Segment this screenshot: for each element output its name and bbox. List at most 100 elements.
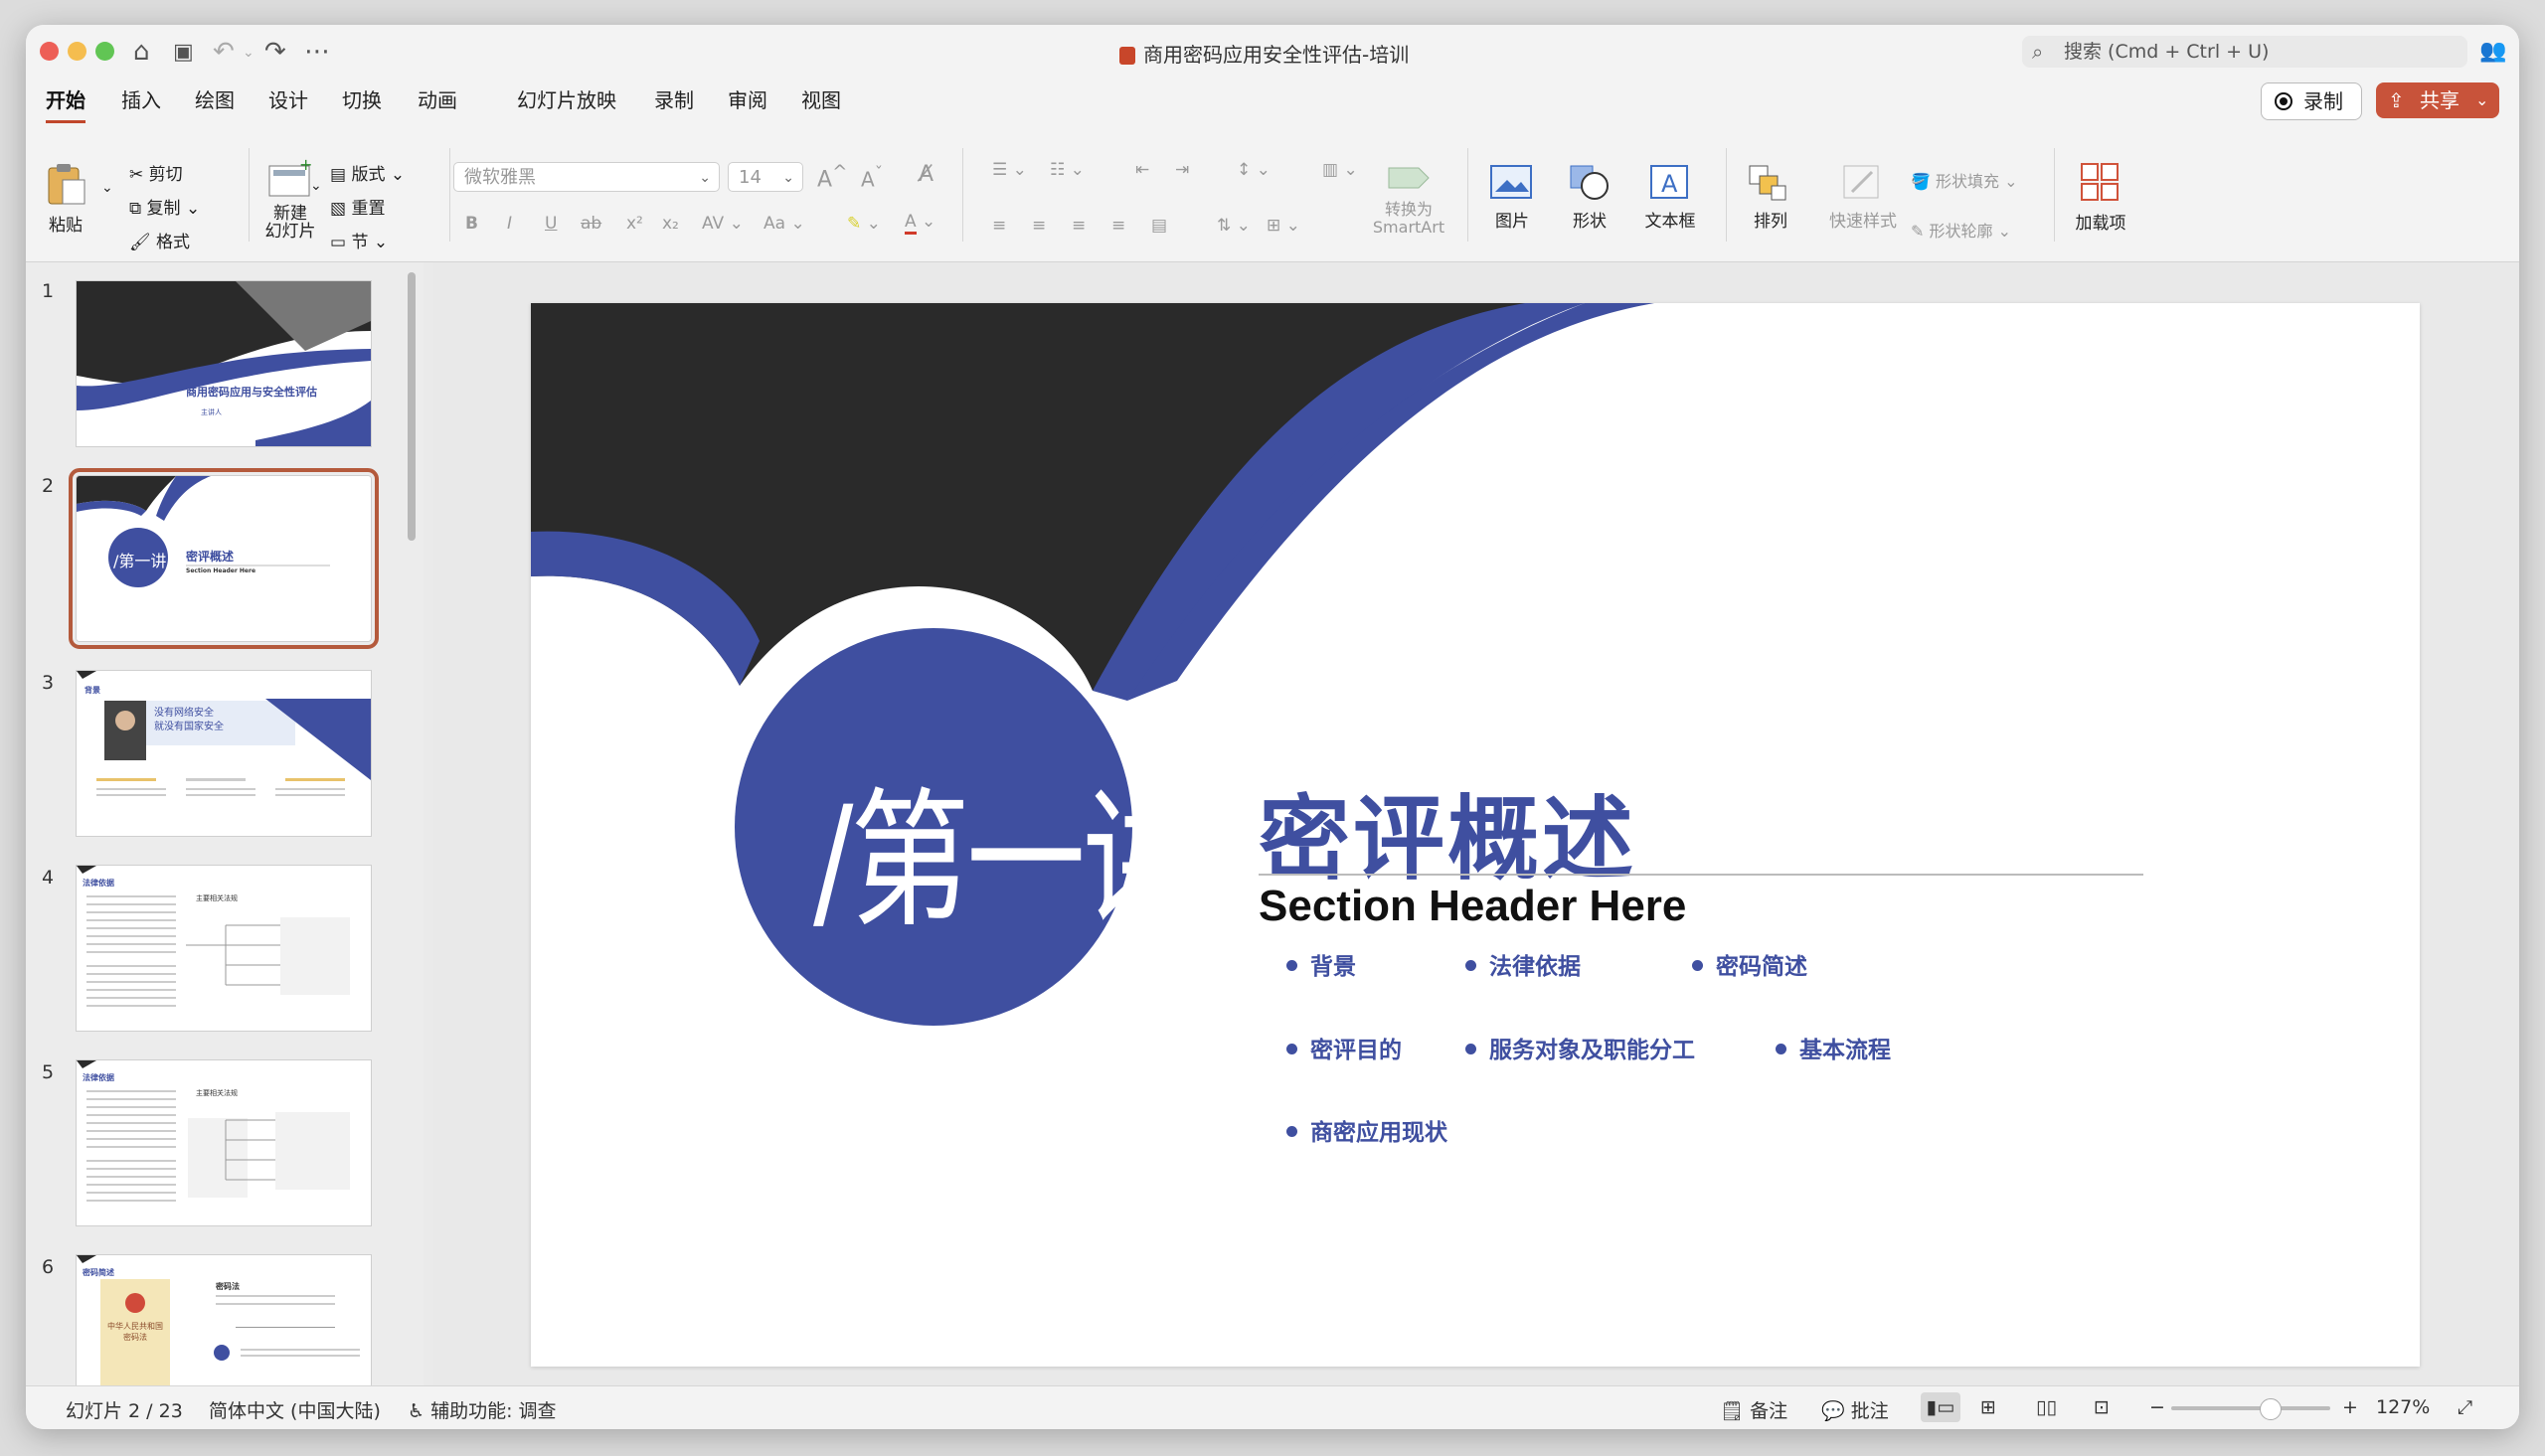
presenter-view-button[interactable]: ⊡ [2094, 1396, 2110, 1418]
decrease-font-icon[interactable]: Aˇ [861, 164, 883, 192]
tab-design[interactable]: 设计 [268, 84, 308, 113]
font-name-select[interactable]: 微软雅黑 ⌄ [453, 162, 720, 192]
zoom-out-button[interactable]: − [2149, 1396, 2165, 1418]
search-box[interactable]: ⌕ 搜索 (Cmd + Ctrl + U) [2022, 36, 2467, 68]
share-button[interactable]: ⇪ 共享 ⌄ [2376, 82, 2499, 118]
bullet-item[interactable]: 服务对象及职能分工 [1465, 1031, 1695, 1064]
bullet-item[interactable]: 商密应用现状 [1286, 1113, 1447, 1147]
decrease-indent-icon[interactable]: ⇤ [1135, 160, 1149, 180]
distributed-icon[interactable]: ▤ [1151, 216, 1167, 236]
tab-record[interactable]: 录制 [654, 84, 694, 113]
text-direction-icon[interactable]: ⇅ ⌄ [1217, 216, 1251, 236]
undo-dropdown-icon[interactable]: ⌄ [243, 45, 254, 61]
character-spacing-icon[interactable]: AV ⌄ [702, 214, 744, 234]
record-button[interactable]: 录制 [2261, 82, 2362, 120]
close-window-button[interactable] [40, 42, 59, 61]
thumbnail-scrollbar[interactable] [408, 272, 416, 541]
copy-button[interactable]: ⧉ 复制 ⌄ [129, 194, 200, 219]
shape-button[interactable]: 形状 [1557, 162, 1622, 232]
format-painter-button[interactable]: 🖌 格式 [129, 228, 190, 252]
arrange-button[interactable]: 排列 [1738, 162, 1803, 232]
tab-insert[interactable]: 插入 [121, 84, 161, 113]
new-slide-button[interactable]: + 新建 幻灯片 [251, 155, 330, 241]
slide-thumbnail-4[interactable]: 法律依据 主要相关法规 [76, 865, 372, 1032]
normal-view-button[interactable]: ▮▭ [1921, 1392, 1960, 1422]
align-center-icon[interactable]: ≡ [1032, 216, 1046, 236]
reading-view-button[interactable]: ▯▯ [2036, 1396, 2057, 1418]
language-indicator[interactable]: 简体中文 (中国大陆) [209, 1396, 381, 1423]
slide-thumbnail-5[interactable]: 法律依据 主要相关法规 [76, 1059, 372, 1226]
comments-button[interactable]: 💬 批注 [1821, 1396, 1889, 1423]
slide-thumbnail-6[interactable]: 密码简述 中华人民共和国 密码法 密码法 [76, 1254, 372, 1387]
tab-home[interactable]: 开始 [46, 84, 85, 123]
picture-button[interactable]: 图片 [1479, 162, 1545, 232]
slide-title[interactable]: 密评概述 [1259, 765, 1636, 897]
zoom-level[interactable]: 127% [2376, 1396, 2430, 1418]
tab-review[interactable]: 审阅 [728, 84, 767, 113]
quick-styles-button[interactable]: 快速样式 [1823, 162, 1903, 232]
bold-icon[interactable]: B [465, 214, 478, 234]
bullet-item[interactable]: 基本流程 [1776, 1031, 1891, 1064]
clear-format-icon[interactable]: A̸ [919, 162, 933, 187]
align-text-icon[interactable]: ⊞ ⌄ [1267, 216, 1300, 236]
section-button[interactable]: ▭ 节 ⌄ [330, 228, 388, 252]
increase-indent-icon[interactable]: ⇥ [1175, 160, 1189, 180]
layout-button[interactable]: ▤ 版式 ⌄ [330, 160, 405, 185]
paste-button[interactable]: 粘贴 [44, 160, 87, 236]
align-left-icon[interactable]: ≡ [992, 216, 1006, 236]
tab-slideshow[interactable]: 幻灯片放映 [517, 84, 616, 113]
change-case-icon[interactable]: Aa ⌄ [764, 214, 805, 234]
undo-icon[interactable]: ↶ [213, 37, 235, 67]
strikethrough-icon[interactable]: ab [581, 214, 601, 234]
account-icon[interactable]: 👥 [2479, 39, 2506, 64]
italic-icon[interactable]: I [507, 214, 512, 234]
font-size-select[interactable]: 14 ⌄ [728, 162, 803, 192]
reset-button[interactable]: ▧ 重置 [330, 194, 385, 219]
bullet-item[interactable]: 法律依据 [1465, 947, 1581, 981]
minimize-window-button[interactable] [68, 42, 86, 61]
fit-slide-button[interactable]: ⤢ [2458, 1396, 2472, 1418]
textbox-button[interactable]: A 文本框 [1634, 162, 1706, 232]
increase-font-icon[interactable]: A^ [817, 162, 847, 192]
shape-fill-button[interactable]: 🪣 形状填充 ⌄ [1911, 168, 2018, 192]
addins-button[interactable]: 加载项 [2066, 160, 2135, 234]
maximize-window-button[interactable] [95, 42, 114, 61]
bullets-icon[interactable]: ☰ ⌄ [992, 160, 1027, 180]
justify-icon[interactable]: ≡ [1111, 216, 1125, 236]
bullet-item[interactable]: 背景 [1286, 947, 1356, 981]
tab-draw[interactable]: 绘图 [195, 84, 235, 113]
line-spacing-icon[interactable]: ↕ ⌄ [1237, 160, 1271, 180]
notes-button[interactable]: 🗒 备注 [1720, 1396, 1787, 1423]
numbering-icon[interactable]: ☷ ⌄ [1050, 160, 1085, 180]
section-number-text[interactable]: /第一讲 [813, 740, 1202, 956]
zoom-slider-thumb[interactable] [2260, 1398, 2283, 1420]
font-color-icon[interactable]: A ⌄ [905, 212, 935, 235]
align-right-icon[interactable]: ≡ [1072, 216, 1086, 236]
tab-view[interactable]: 视图 [801, 84, 841, 113]
columns-icon[interactable]: ▥ ⌄ [1322, 160, 1358, 180]
more-icon[interactable]: ⋯ [304, 37, 330, 67]
highlight-icon[interactable]: ✎ ⌄ [847, 214, 881, 234]
home-icon[interactable]: ⌂ [133, 37, 150, 67]
tab-transitions[interactable]: 切换 [342, 84, 382, 113]
slide-thumbnail-2[interactable]: /第一讲 密评概述 Section Header Here [69, 468, 379, 649]
paste-dropdown-icon[interactable]: ⌄ [101, 180, 113, 196]
subscript-icon[interactable]: x₂ [662, 214, 679, 234]
new-slide-dropdown-icon[interactable]: ⌄ [310, 178, 322, 194]
cut-button[interactable]: ✂ 剪切 [129, 160, 183, 185]
accessibility-status[interactable]: ♿ 辅助功能: 调查 [408, 1396, 557, 1423]
superscript-icon[interactable]: x² [626, 214, 643, 234]
slide-thumbnail-3[interactable]: 背景 没有网络安全 就没有国家安全 [76, 670, 372, 837]
slide-thumbnail-1[interactable]: 商用密码应用与安全性评估 主讲人 [76, 280, 372, 447]
slide-sorter-button[interactable]: ⊞ [1980, 1396, 1996, 1418]
save-icon[interactable]: ▣ [173, 40, 194, 65]
shape-outline-button[interactable]: ✎ 形状轮廓 ⌄ [1911, 218, 2011, 242]
zoom-slider[interactable] [2171, 1398, 2330, 1420]
tab-animations[interactable]: 动画 [418, 84, 457, 113]
slide-subtitle[interactable]: Section Header Here [1259, 882, 1686, 931]
convert-smartart-button[interactable]: 转换为 SmartArt [1364, 160, 1453, 237]
zoom-in-button[interactable]: + [2342, 1396, 2358, 1418]
bullet-item[interactable]: 密评目的 [1286, 1031, 1402, 1064]
bullet-item[interactable]: 密码简述 [1692, 947, 1807, 981]
current-slide[interactable]: /第一讲 密评概述 Section Header Here 背景 法律依据 密码… [531, 303, 2420, 1367]
